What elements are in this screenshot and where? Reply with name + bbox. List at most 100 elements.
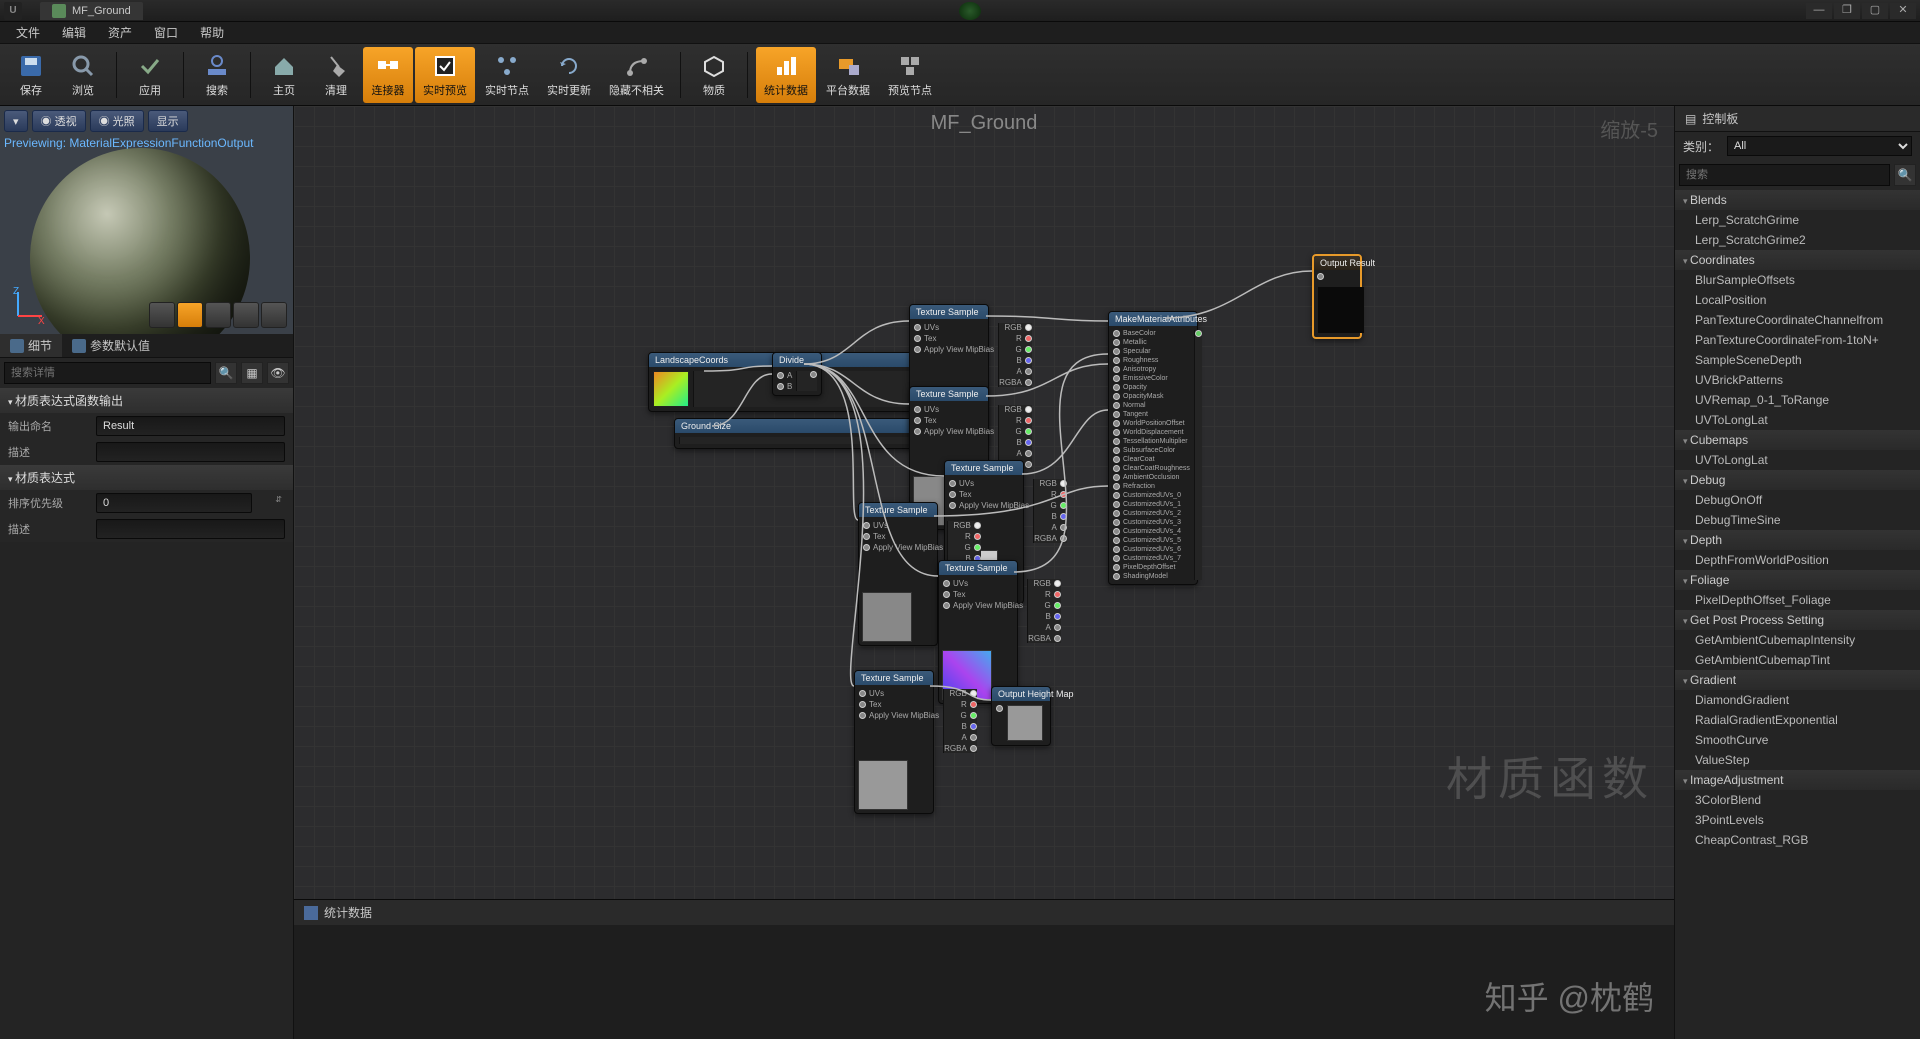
viewport-toolbar: ▾ ◉ 透视 ◉ 光照 显示 — [4, 110, 188, 132]
palette-item[interactable]: BlurSampleOffsets — [1675, 270, 1920, 290]
node-output-height[interactable]: Output Height Map — [991, 686, 1051, 746]
palette-item[interactable]: PixelDepthOffset_Foliage — [1675, 590, 1920, 610]
home-button[interactable]: 主页 — [259, 47, 309, 103]
stats-button[interactable]: 统计数据 — [756, 47, 816, 103]
node-texture-sample[interactable]: Texture Sample UVsTexApply View MipBias … — [858, 502, 938, 646]
category-select[interactable]: All — [1727, 136, 1912, 156]
palette-item[interactable]: Lerp_ScratchGrime2 — [1675, 230, 1920, 250]
shape-sphere-button[interactable] — [177, 302, 203, 328]
lighting-button[interactable]: ◉ 光照 — [90, 110, 144, 132]
palette-item[interactable]: DebugTimeSine — [1675, 510, 1920, 530]
live-update-button[interactable]: 实时更新 — [539, 47, 599, 103]
menu-help[interactable]: 帮助 — [190, 22, 234, 43]
material-graph[interactable]: MF_Ground 缩放-5 材质函数 — [294, 106, 1674, 899]
palette-item[interactable]: DepthFromWorldPosition — [1675, 550, 1920, 570]
description-field[interactable] — [96, 442, 285, 462]
palette-item[interactable]: 3ColorBlend — [1675, 790, 1920, 810]
palette-item[interactable]: RadialGradientExponential — [1675, 710, 1920, 730]
restore-button[interactable]: ❐ — [1834, 3, 1860, 19]
palette-item[interactable]: SmoothCurve — [1675, 730, 1920, 750]
palette-item[interactable]: SampleSceneDepth — [1675, 350, 1920, 370]
hide-unrelated-button[interactable]: 隐藏不相关 — [601, 47, 672, 103]
palette-header[interactable]: ▤控制板 — [1675, 106, 1920, 132]
material-button[interactable]: 物质 — [689, 47, 739, 103]
cleanup-button[interactable]: 清理 — [311, 47, 361, 103]
source-control-icon[interactable] — [959, 2, 981, 20]
preview-nodes-button[interactable]: 预览节点 — [880, 47, 940, 103]
shape-cylinder-button[interactable] — [149, 302, 175, 328]
output-name-field[interactable] — [96, 416, 285, 436]
connectors-button[interactable]: 连接器 — [363, 47, 413, 103]
palette-item[interactable]: Lerp_ScratchGrime — [1675, 210, 1920, 230]
browse-button[interactable]: 浏览 — [58, 47, 108, 103]
minimize-button[interactable]: — — [1806, 3, 1832, 19]
palette-category[interactable]: ImageAdjustment — [1675, 770, 1920, 790]
palette-item[interactable]: DiamondGradient — [1675, 690, 1920, 710]
palette-item[interactable]: UVBrickPatterns — [1675, 370, 1920, 390]
show-button[interactable]: 显示 — [148, 110, 188, 132]
shape-cube-button[interactable] — [233, 302, 259, 328]
live-preview-button[interactable]: 实时预览 — [415, 47, 475, 103]
palette-item[interactable]: 3PointLevels — [1675, 810, 1920, 830]
palette-category[interactable]: Depth — [1675, 530, 1920, 550]
save-button[interactable]: 保存 — [6, 47, 56, 103]
palette-item[interactable]: PanTextureCoordinateFrom-1toN+ — [1675, 330, 1920, 350]
shape-plane-button[interactable] — [205, 302, 231, 328]
eye-icon[interactable]: 👁 — [267, 362, 289, 384]
palette-category[interactable]: Coordinates — [1675, 250, 1920, 270]
shape-mesh-button[interactable] — [261, 302, 287, 328]
menu-edit[interactable]: 编辑 — [52, 22, 96, 43]
tab-details[interactable]: 细节 — [0, 334, 62, 357]
menu-asset[interactable]: 资产 — [98, 22, 142, 43]
description2-field[interactable] — [96, 519, 285, 539]
details-search-input[interactable] — [4, 362, 211, 384]
node-ground-size[interactable]: Ground Size — [674, 418, 930, 449]
params-icon — [72, 339, 86, 353]
platform-data-button[interactable]: 平台数据 — [818, 47, 878, 103]
node-texture-sample[interactable]: Texture Sample UVsTexApply View MipBias … — [938, 560, 1018, 704]
node-make-material-attr[interactable]: MakeMaterialAttributes BaseColorMetallic… — [1108, 311, 1198, 585]
palette-item[interactable]: GetAmbientCubemapIntensity — [1675, 630, 1920, 650]
apply-button[interactable]: 应用 — [125, 47, 175, 103]
palette-list[interactable]: BlendsLerp_ScratchGrimeLerp_ScratchGrime… — [1675, 190, 1920, 1039]
live-nodes-button[interactable]: 实时节点 — [477, 47, 537, 103]
perspective-button[interactable]: ◉ 透视 — [32, 110, 86, 132]
node-output-result[interactable]: Output Result — [1312, 254, 1362, 339]
search-button[interactable]: 搜索 — [192, 47, 242, 103]
palette-category[interactable]: Get Post Process Setting — [1675, 610, 1920, 630]
palette-category[interactable]: Cubemaps — [1675, 430, 1920, 450]
viewport-menu-button[interactable]: ▾ — [4, 110, 28, 132]
search-glass-icon[interactable]: 🔍 — [215, 362, 237, 384]
menu-file[interactable]: 文件 — [6, 22, 50, 43]
palette-item[interactable]: DebugOnOff — [1675, 490, 1920, 510]
sort-priority-field[interactable] — [96, 493, 252, 513]
stats-icon — [772, 52, 800, 80]
view-grid-icon[interactable]: ▦ — [241, 362, 263, 384]
palette-item[interactable]: UVRemap_0-1_ToRange — [1675, 390, 1920, 410]
palette-item[interactable]: UVToLongLat — [1675, 410, 1920, 430]
node-divide[interactable]: Divide AB — [772, 352, 822, 396]
section-material-expr[interactable]: 材质表达式 — [0, 465, 293, 490]
palette-item[interactable]: LocalPosition — [1675, 290, 1920, 310]
palette-category[interactable]: Debug — [1675, 470, 1920, 490]
menu-window[interactable]: 窗口 — [144, 22, 188, 43]
document-tab[interactable]: MF_Ground — [40, 2, 143, 20]
section-func-output[interactable]: 材质表达式函数输出 — [0, 388, 293, 413]
palette-search-input[interactable] — [1679, 164, 1890, 186]
palette-item[interactable]: ValueStep — [1675, 750, 1920, 770]
maximize-button[interactable]: ▢ — [1862, 3, 1888, 19]
close-button[interactable]: ✕ — [1890, 3, 1916, 19]
palette-item[interactable]: CheapContrast_RGB — [1675, 830, 1920, 850]
palette-category[interactable]: Gradient — [1675, 670, 1920, 690]
palette-category[interactable]: Blends — [1675, 190, 1920, 210]
tab-param-defaults[interactable]: 参数默认值 — [62, 334, 160, 357]
palette-category[interactable]: Foliage — [1675, 570, 1920, 590]
palette-item[interactable]: PanTextureCoordinateChannelfrom — [1675, 310, 1920, 330]
palette-search-icon[interactable]: 🔍 — [1894, 164, 1916, 186]
viewport-preview[interactable]: ▾ ◉ 透视 ◉ 光照 显示 Previewing: MaterialExpre… — [0, 106, 293, 334]
palette-item[interactable]: GetAmbientCubemapTint — [1675, 650, 1920, 670]
palette-item[interactable]: UVToLongLat — [1675, 450, 1920, 470]
spinner-icon[interactable]: ⇵ — [275, 495, 282, 504]
node-texture-sample[interactable]: Texture Sample UVsTexApply View MipBias … — [854, 670, 934, 814]
stats-header[interactable]: 统计数据 — [294, 900, 1674, 925]
